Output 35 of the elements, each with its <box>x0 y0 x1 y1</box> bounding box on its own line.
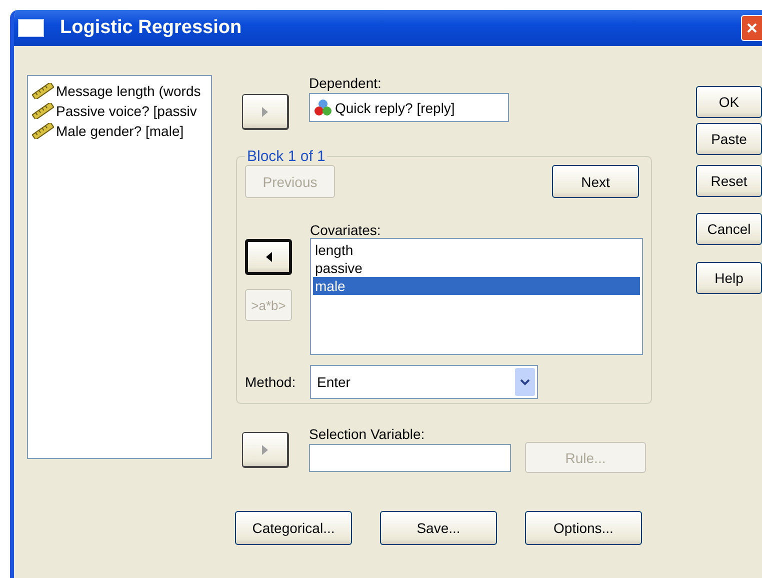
dialog-button[interactable]: Reset <box>696 165 762 197</box>
covariates-label: Covariates: <box>310 222 382 238</box>
selection-variable-field[interactable] <box>309 444 511 472</box>
arrow-left-icon <box>266 252 272 262</box>
close-icon[interactable] <box>741 15 762 41</box>
variable-item[interactable]: Message length (words <box>28 81 211 101</box>
move-right-button[interactable] <box>242 432 289 468</box>
dialog-button[interactable]: Categorical... <box>235 511 352 545</box>
dialog-button[interactable]: Cancel <box>696 213 762 245</box>
dialog-button[interactable]: Paste <box>696 123 762 155</box>
dialog-button[interactable]: Save... <box>380 511 497 545</box>
block-legend: Block 1 of 1 <box>245 148 328 165</box>
covariate-item[interactable]: male <box>313 277 640 295</box>
dialog-button[interactable]: Options... <box>525 511 642 545</box>
variable-item[interactable]: Passive voice? [passiv <box>28 101 211 121</box>
next-button[interactable]: Next <box>552 165 639 198</box>
window-title: Logistic Regression <box>60 17 243 39</box>
arrow-right-icon <box>262 444 268 454</box>
dependent-field[interactable]: Quick reply? [reply] <box>309 93 509 122</box>
nominal-balls-icon <box>314 98 332 116</box>
covariates-list[interactable]: length passive male <box>310 238 643 355</box>
dialog-button[interactable]: OK <box>696 86 762 118</box>
selection-variable-label: Selection Variable: <box>309 426 426 442</box>
variable-item[interactable]: Male gender? [male] <box>28 121 211 141</box>
window-icon <box>18 19 44 37</box>
arrow-right-icon <box>262 106 268 116</box>
covariate-item[interactable]: passive <box>313 259 640 277</box>
move-left-button[interactable] <box>245 239 292 275</box>
covariate-item[interactable]: length <box>313 241 640 259</box>
method-label: Method: <box>245 374 297 390</box>
method-dropdown[interactable]: Enter <box>310 365 538 399</box>
variable-list[interactable]: Message length (words Passive voice? [passiv Male gender? [male] <box>27 75 212 459</box>
dependent-label: Dependent: <box>309 75 382 91</box>
move-right-button[interactable] <box>242 94 289 130</box>
dialog-button[interactable]: Help <box>696 262 762 294</box>
